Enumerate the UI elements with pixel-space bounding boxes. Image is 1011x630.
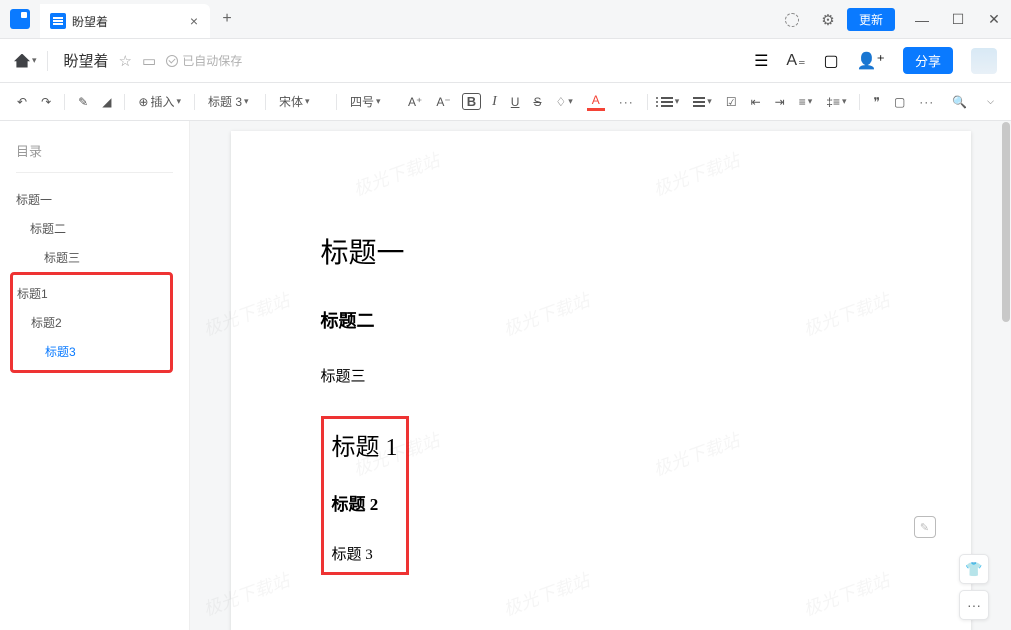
workspace: 目录 标题一 标题二 标题三 标题1 标题2 标题3 极光下载站 极光下载站 极… <box>0 121 1011 630</box>
bullet-list-button[interactable]: ▾ <box>658 94 683 109</box>
toc-item[interactable]: 标题1 <box>17 279 166 308</box>
settings-icon[interactable]: ⚙ <box>811 0 845 39</box>
strikethrough-button[interactable]: S <box>530 93 544 111</box>
maximize-button[interactable]: ☐ <box>941 0 975 39</box>
minimize-button[interactable]: — <box>905 0 939 39</box>
check-icon <box>166 55 178 67</box>
outline-sidebar: 目录 标题一 标题二 标题三 标题1 标题2 标题3 <box>0 121 190 630</box>
divider <box>47 51 48 71</box>
decrease-font-button[interactable]: A⁻ <box>433 93 453 111</box>
insert-button[interactable]: ⊕插入▾ <box>135 91 184 112</box>
home-icon <box>14 54 30 68</box>
document-page[interactable]: 极光下载站 极光下载站 极光下载站 极光下载站 极光下载站 极光下载站 极光下载… <box>231 131 971 630</box>
document-title[interactable]: 盼望着 <box>64 50 109 71</box>
highlight-button[interactable]: ♢▾ <box>552 93 575 111</box>
redo-button[interactable]: ↷ <box>38 93 54 111</box>
checklist-button[interactable]: ☑ <box>723 93 740 111</box>
toc-item[interactable]: 标题2 <box>17 308 166 337</box>
search-button[interactable]: 🔍 <box>949 93 970 111</box>
font-color-button[interactable]: A <box>584 91 608 113</box>
italic-button[interactable]: I <box>489 92 500 112</box>
outdent-button[interactable]: ⇤ <box>748 93 764 111</box>
watermark: 极光下载站 <box>649 426 742 481</box>
share-button[interactable]: 分享 <box>903 47 953 74</box>
underline-button[interactable]: U <box>508 93 523 111</box>
toc-item[interactable]: 标题三 <box>16 243 173 272</box>
watermark: 极光下载站 <box>199 566 292 621</box>
font-format-icon[interactable]: A₌ <box>786 52 805 70</box>
tab-title: 盼望着 <box>72 13 108 30</box>
autosave-status: 已自动保存 <box>166 52 242 69</box>
heading-select[interactable]: 标题 3▾ <box>205 91 255 112</box>
heading-2[interactable]: 标题二 <box>321 307 881 333</box>
doc-icon <box>50 13 66 29</box>
toc-item[interactable]: 标题一 <box>16 185 173 214</box>
editor-area[interactable]: 极光下载站 极光下载站 极光下载站 极光下载站 极光下载站 极光下载站 极光下载… <box>190 121 1011 630</box>
user-avatar[interactable] <box>971 48 997 74</box>
home-button[interactable]: ▾ <box>14 54 37 68</box>
star-icon[interactable]: ☆ <box>119 52 132 70</box>
increase-font-button[interactable]: A⁺ <box>405 93 425 111</box>
outline-title: 目录 <box>16 141 173 160</box>
floating-toolbar: 👕 ··· <box>959 554 989 620</box>
formatting-toolbar: ↶ ↷ ✎ ◢ ⊕插入▾ 标题 3▾ 宋体▾ 四号▾ A⁺ A⁻ B I U S… <box>0 83 1011 121</box>
vertical-scrollbar[interactable] <box>1001 121 1011 630</box>
divider <box>16 172 173 173</box>
toc-highlight-box: 标题1 标题2 标题3 <box>10 272 173 373</box>
watermark: 极光下载站 <box>499 566 592 621</box>
watermark: 极光下载站 <box>199 286 292 341</box>
indent-button[interactable]: ⇥ <box>772 93 788 111</box>
add-user-icon[interactable]: 👤⁺ <box>857 51 885 71</box>
heading-3[interactable]: 标题三 <box>321 365 881 386</box>
clear-format-button[interactable]: ◢ <box>99 93 114 111</box>
toc-item-active[interactable]: 标题3 <box>17 337 166 366</box>
number-list-button[interactable]: ▾ <box>690 94 715 109</box>
outfit-icon[interactable]: 👕 <box>959 554 989 584</box>
add-tab-button[interactable]: + <box>210 0 244 38</box>
watermark: 极光下载站 <box>649 146 742 201</box>
more-tools-button[interactable]: ··· <box>916 93 937 111</box>
heading-1[interactable]: 标题一 <box>321 231 881 271</box>
collapse-toolbar-button[interactable]: ⌵ <box>984 94 997 109</box>
format-painter-button[interactable]: ✎ <box>75 93 91 111</box>
quote-button[interactable]: ❞ <box>870 93 882 111</box>
more-format-button[interactable]: ··· <box>616 93 637 111</box>
watermark: 极光下载站 <box>799 566 892 621</box>
code-button[interactable]: ▢ <box>891 93 908 111</box>
add-comment-button[interactable]: ✎ <box>914 516 936 538</box>
title-bar: ▾ 盼望着 ☆ ▭ 已自动保存 ☰ A₌ ▢ 👤⁺ 分享 <box>0 39 1011 83</box>
present-icon[interactable]: ▢ <box>823 51 838 71</box>
heading-1-alt[interactable]: 标题 1 <box>332 427 398 462</box>
close-window-button[interactable]: ✕ <box>977 0 1011 39</box>
size-select[interactable]: 四号▾ <box>347 91 397 112</box>
app-logo[interactable] <box>0 0 40 38</box>
table-of-contents: 标题一 标题二 标题三 标题1 标题2 标题3 <box>16 185 173 373</box>
bold-button[interactable]: B <box>462 93 481 110</box>
heading-3-alt[interactable]: 标题 3 <box>332 543 398 564</box>
sync-icon[interactable] <box>775 0 809 39</box>
more-icon[interactable]: ··· <box>959 590 989 620</box>
heading-2-alt[interactable]: 标题 2 <box>332 490 398 515</box>
line-spacing-button[interactable]: ‡≡▾ <box>823 93 849 111</box>
update-button[interactable]: 更新 <box>847 8 895 31</box>
font-select[interactable]: 宋体▾ <box>276 91 326 112</box>
chevron-down-icon: ▾ <box>32 55 37 66</box>
folder-icon[interactable]: ▭ <box>142 52 156 70</box>
undo-button[interactable]: ↶ <box>14 93 30 111</box>
menu-icon[interactable]: ☰ <box>754 51 768 71</box>
document-highlight-box: 标题 1 标题 2 标题 3 <box>321 416 409 575</box>
document-tab[interactable]: 盼望着 × <box>40 4 210 38</box>
align-button[interactable]: ≡▾ <box>796 93 816 111</box>
toc-item[interactable]: 标题二 <box>16 214 173 243</box>
tab-bar: 盼望着 × + ⚙ 更新 — ☐ ✕ <box>0 0 1011 39</box>
watermark: 极光下载站 <box>349 146 442 201</box>
scrollbar-thumb[interactable] <box>1002 122 1010 322</box>
close-tab-icon[interactable]: × <box>190 13 198 29</box>
